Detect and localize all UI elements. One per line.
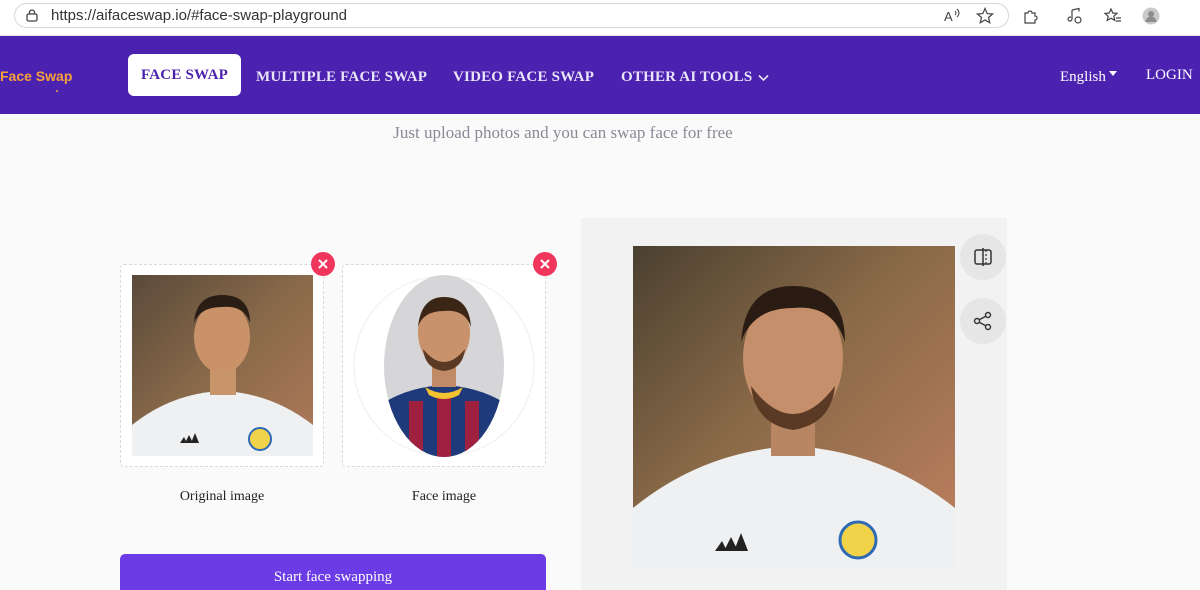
media-icon[interactable] (1063, 4, 1087, 28)
tab-multiple-face-swap[interactable]: MULTIPLE FACE SWAP (256, 69, 427, 86)
share-button[interactable] (960, 298, 1006, 344)
tab-face-swap[interactable]: FACE SWAP (128, 54, 241, 96)
browser-toolbar: https://aifaceswap.io/#face-swap-playgro… (0, 0, 1200, 36)
tagline: Just upload photos and you can swap face… (393, 123, 733, 142)
original-image-photo (132, 275, 313, 456)
language-label: English (1060, 69, 1106, 85)
tab-other-ai-tools-label: OTHER AI TOOLS (621, 69, 753, 85)
address-bar[interactable]: https://aifaceswap.io/#face-swap-playgro… (14, 3, 1009, 28)
favorite-star-icon[interactable] (973, 4, 997, 28)
url-text: https://aifaceswap.io/#face-swap-playgro… (51, 7, 348, 24)
logo-dot (56, 90, 58, 92)
svg-text:A: A (944, 9, 953, 24)
compare-icon (974, 248, 992, 266)
close-icon (540, 259, 550, 269)
tab-other-ai-tools[interactable]: OTHER AI TOOLS (621, 69, 770, 86)
profile-avatar-icon[interactable] (1139, 4, 1163, 28)
login-link[interactable]: LOGIN (1146, 67, 1193, 84)
favorites-icon[interactable] (1101, 4, 1125, 28)
extensions-icon[interactable] (1019, 4, 1043, 28)
site-logo[interactable]: Face Swap (0, 68, 72, 84)
result-image (633, 246, 955, 568)
caret-down-icon (1108, 71, 1117, 77)
site-nav: Face Swap FACE SWAP MULTIPLE FACE SWAP V… (0, 36, 1200, 114)
compare-button[interactable] (960, 234, 1006, 280)
face-image-photo (353, 275, 535, 457)
chevron-down-icon (758, 74, 770, 81)
language-selector[interactable]: English (1060, 69, 1117, 86)
remove-original-button[interactable] (311, 252, 335, 276)
tab-video-face-swap[interactable]: VIDEO FACE SWAP (453, 69, 594, 86)
face-image-caption: Face image (411, 489, 477, 504)
close-icon (318, 259, 328, 269)
read-aloud-icon[interactable]: A (940, 4, 964, 28)
lock-icon (26, 9, 38, 22)
original-image-caption: Original image (179, 489, 265, 504)
share-icon (973, 311, 992, 331)
start-face-swapping-button[interactable]: Start face swapping (120, 554, 546, 590)
remove-face-button[interactable] (533, 252, 557, 276)
